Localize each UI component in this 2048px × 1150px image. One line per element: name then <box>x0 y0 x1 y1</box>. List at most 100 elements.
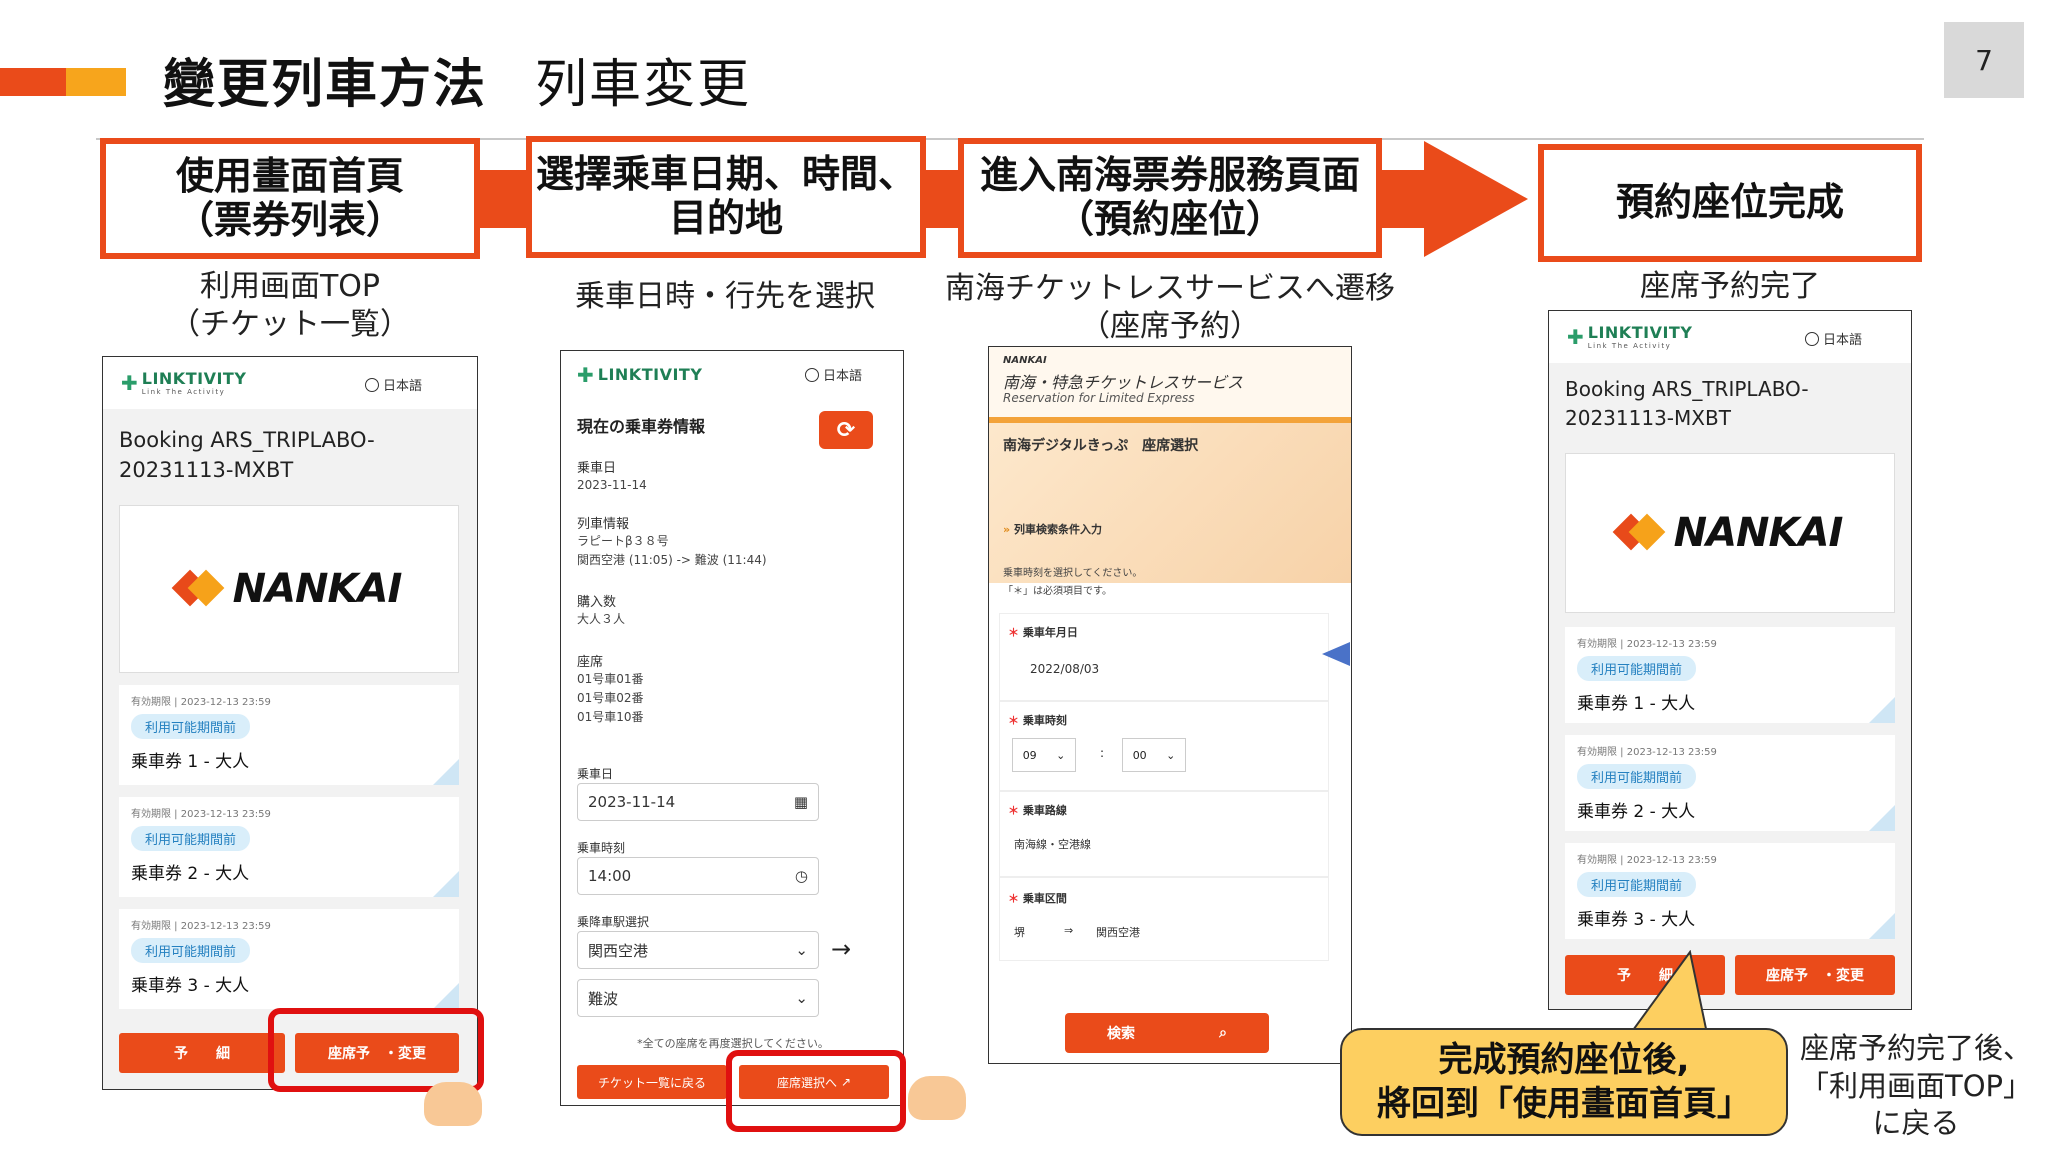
header-accent-yellow <box>66 68 126 96</box>
nankai-brand: NANKAI <box>1673 510 1844 556</box>
phone-select-train: ✚ LINKTIVITY 日本語 現在の乗車券情報 ⟳ 乗車日 2023-11-… <box>560 350 904 1106</box>
ticket-card-3[interactable]: 有効期限 | 2023-12-13 23:59 利用可能期間前 乗車券 3 - … <box>1565 843 1895 939</box>
logo-cross-icon: ✚ <box>1567 324 1584 349</box>
nankai-logo-icon <box>171 569 225 609</box>
chevron-right-icon <box>1869 805 1895 831</box>
caption-3: 南海チケットレスサービスへ遷移 （座席予約） <box>945 271 1395 344</box>
time-field: 乗車時刻 09⌄ : 00⌄ <box>999 701 1329 791</box>
flow-connector-1 <box>478 170 530 228</box>
section-from: 堺 <box>1014 926 1025 939</box>
phone-reservation-complete: ✚ LINKTIVITY Link The Activity 日本語 Bookin… <box>1548 310 1912 1010</box>
arrow-icon: ⇒ <box>1064 924 1074 937</box>
route-field: 乗車路線 南海線・空港線 <box>999 791 1329 877</box>
caption-4: 座席予約完了 <box>1640 269 1820 304</box>
back-to-list-button[interactable]: チケット一覧に戻る <box>577 1065 727 1099</box>
section-field: 乗車区間 堺 ⇒ 関西空港 <box>999 877 1329 961</box>
date-value[interactable]: 2022/08/03 <box>1030 662 1099 676</box>
highlight-seat-select <box>726 1050 906 1132</box>
page-subtitle: 列車変更 <box>535 55 752 115</box>
chevron-right-icon <box>1869 697 1895 723</box>
nav-title: 南海デジタルきっぷ 座席選択 <box>1003 438 1199 454</box>
date-input-label: 乗車日 <box>577 767 614 781</box>
logo-cross-icon: ✚ <box>121 370 138 395</box>
callout-box: 完成預約座位後, 將回到「使用畫面首頁」 <box>1340 1028 1788 1136</box>
caption-2: 乗車日時・行先を選択 <box>575 279 875 314</box>
chevron-down-icon: ⌄ <box>1056 748 1066 762</box>
pointing-hand-icon <box>424 1082 482 1126</box>
detail-button[interactable]: 予 細 <box>119 1033 285 1073</box>
highlight-seat-change <box>268 1008 484 1092</box>
booking-id: Booking ARS_TRIPLABO- 20231113-MXBT <box>1565 377 1809 430</box>
time-input-label: 乗車時刻 <box>577 841 626 855</box>
search-icon: ⌕ <box>1219 1025 1227 1041</box>
nav-band: 南海デジタルきっぷ 座席選択 <box>989 423 1351 583</box>
section-title: 現在の乗車券情報 <box>577 417 706 436</box>
linktivity-logo: ✚ LINKTIVITY <box>577 363 703 387</box>
language-switch[interactable]: 日本語 <box>1805 329 1862 348</box>
nankai-logo-icon <box>1612 513 1666 553</box>
flow-connector-3 <box>1378 170 1428 228</box>
header-accent-red <box>0 68 66 96</box>
nankai-card: NANKAI <box>119 505 459 673</box>
page-number: 7 <box>1944 22 2024 98</box>
status-badge: 利用可能期間前 <box>1577 872 1697 897</box>
boarding-date-input[interactable]: 2023-11-14 ▦ <box>577 783 819 821</box>
chevron-down-icon: ⌄ <box>1166 748 1176 762</box>
station-select-label: 乗降車駅選択 <box>577 915 650 929</box>
step-4-box: 預約座位完成 <box>1538 144 1922 262</box>
caption-1: 利用画面TOP （チケット一覧） <box>170 269 410 342</box>
calendar-icon: ▦ <box>793 793 808 811</box>
search-condition-title: » 列車検索条件入力 <box>1003 523 1102 536</box>
boarding-time-input[interactable]: 14:00 ◷ <box>577 857 819 895</box>
seat-change-button[interactable]: 座席予 ・変更 <box>1735 955 1895 995</box>
nankai-brand: NANKAI <box>232 566 403 612</box>
minute-select[interactable]: 00 ⌄ <box>1122 738 1186 772</box>
ticket-card-1[interactable]: 有効期限 | 2023-12-13 23:59 利用可能期間前 乗車券 1 - … <box>1565 627 1895 723</box>
step-1-box: 使用畫面首頁 （票券列表） <box>100 138 480 259</box>
chevron-down-icon: ⌄ <box>795 989 808 1007</box>
chevron-right-icon <box>1869 913 1895 939</box>
search-button[interactable]: 検索 ⌕ <box>1065 1013 1269 1053</box>
section-to: 関西空港 <box>1096 926 1140 939</box>
arrow-right-icon: → <box>831 935 852 963</box>
refresh-icon[interactable]: ⟳ <box>819 411 873 449</box>
side-note: 座席予約完了後、 「利用画面TOP」 に戻る <box>1799 1031 2033 1141</box>
globe-icon <box>805 367 819 382</box>
ticket-card-2[interactable]: 有効期限 | 2023-12-13 23:59 利用可能期間前 乗車券 2 - … <box>1565 735 1895 831</box>
linktivity-logo: ✚ LINKTIVITY Link The Activity <box>1567 323 1693 351</box>
date-field: 乗車年月日 2022/08/03 <box>999 613 1329 701</box>
chevron-right-icon <box>433 871 459 897</box>
status-badge: 利用可能期間前 <box>131 938 251 963</box>
phone-nankai-service: NANKAI 南海・特急チケットレスサービス Reservation for L… <box>988 346 1352 1064</box>
clock-icon: ◷ <box>794 867 808 885</box>
language-switch[interactable]: 日本語 <box>805 365 862 384</box>
pointing-hand-icon <box>908 1076 966 1120</box>
status-badge: 利用可能期間前 <box>131 714 251 739</box>
status-badge: 利用可能期間前 <box>1577 764 1697 789</box>
globe-icon <box>365 377 379 392</box>
train-info: 列車情報 ラピートβ３８号 関西空港 (11:05) -> 難波 (11:44) <box>577 517 767 568</box>
reselect-note: *全ての座席を再度選択してください。 <box>637 1037 829 1050</box>
app-header: ✚ LINKTIVITY Link The Activity 日本語 <box>1549 311 1911 363</box>
double-chevron-icon: » <box>1003 523 1011 536</box>
ticket-card-3[interactable]: 有効期限 | 2023-12-13 23:59 利用可能期間前 乗車券 3 - … <box>119 909 459 1009</box>
instruction: 乗車時刻を選択してください。 「＊」は必須項目です。 <box>1003 568 1143 597</box>
app-header: ✚ LINKTIVITY Link The Activity 日本語 <box>103 357 477 409</box>
from-station-select[interactable]: 関西空港 ⌄ <box>577 931 819 969</box>
language-switch[interactable]: 日本語 <box>365 375 422 394</box>
boarding-date-info: 乗車日 2023-11-14 <box>577 461 647 492</box>
seat-info: 座席 01号車01番 01号車02番 01号車10番 <box>577 655 644 725</box>
hour-select[interactable]: 09 ⌄ <box>1012 738 1076 772</box>
app-header: ✚ LINKTIVITY 日本語 <box>561 351 903 397</box>
pointer-triangle-icon <box>1322 642 1350 666</box>
status-badge: 利用可能期間前 <box>131 826 251 851</box>
logo-cross-icon: ✚ <box>577 363 594 387</box>
booking-id: Booking ARS_TRIPLABO- 20231113-MXBT <box>119 428 375 483</box>
nankai-card: NANKAI <box>1565 453 1895 613</box>
ticket-card-1[interactable]: 有効期限 | 2023-12-13 23:59 利用可能期間前 乗車券 1 - … <box>119 685 459 785</box>
chevron-right-icon <box>433 759 459 785</box>
phone-ticket-list: ✚ LINKTIVITY Link The Activity 日本語 Bookin… <box>102 356 478 1090</box>
page-title: 變更列車方法 列車変更 <box>163 55 752 115</box>
ticket-card-2[interactable]: 有効期限 | 2023-12-13 23:59 利用可能期間前 乗車券 2 - … <box>119 797 459 897</box>
to-station-select[interactable]: 難波 ⌄ <box>577 979 819 1017</box>
